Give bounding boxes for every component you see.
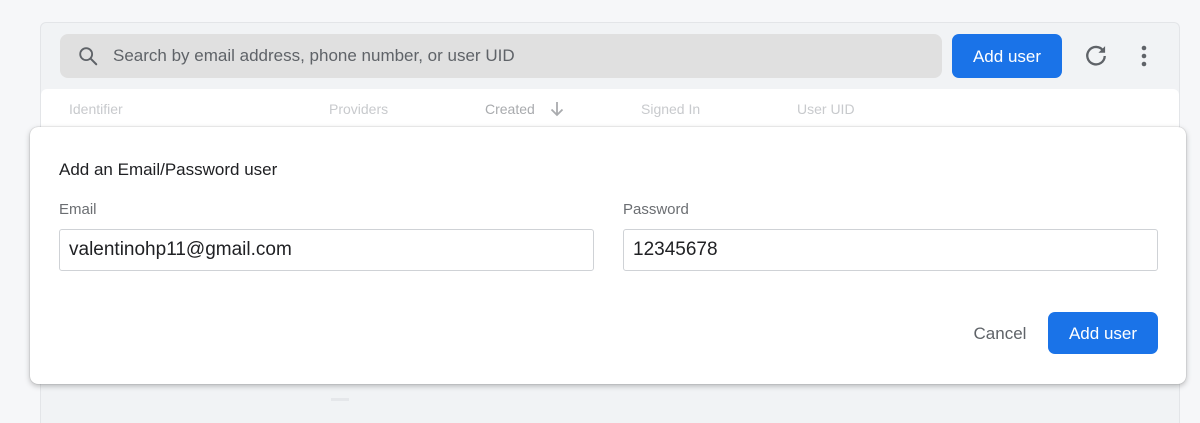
add-user-button[interactable]: Add user [952,34,1062,78]
search-input[interactable]: Search by email address, phone number, o… [113,46,515,66]
add-user-dialog: Add an Email/Password user Email Passwor… [30,127,1186,384]
column-identifier[interactable]: Identifier [69,101,123,117]
arrow-down-icon[interactable] [548,99,566,119]
column-providers[interactable]: Providers [329,101,388,117]
password-label: Password [623,201,689,218]
search-bar[interactable]: Search by email address, phone number, o… [60,34,942,78]
column-user-uid[interactable]: User UID [797,101,855,117]
users-toolbar: Search by email address, phone number, o… [41,23,1179,89]
column-created[interactable]: Created [485,101,535,117]
search-icon [79,47,98,66]
column-signed-in[interactable]: Signed In [641,101,700,117]
email-field[interactable] [59,229,594,271]
users-table-header: Identifier Providers Created Signed In U… [41,89,1179,129]
confirm-add-user-button[interactable]: Add user [1048,312,1158,354]
more-vert-icon[interactable] [1132,42,1156,70]
cancel-button[interactable]: Cancel [948,312,1052,354]
dialog-title: Add an Email/Password user [59,160,278,179]
refresh-icon[interactable] [1082,42,1110,70]
email-label: Email [59,201,97,218]
password-field[interactable] [623,229,1158,271]
